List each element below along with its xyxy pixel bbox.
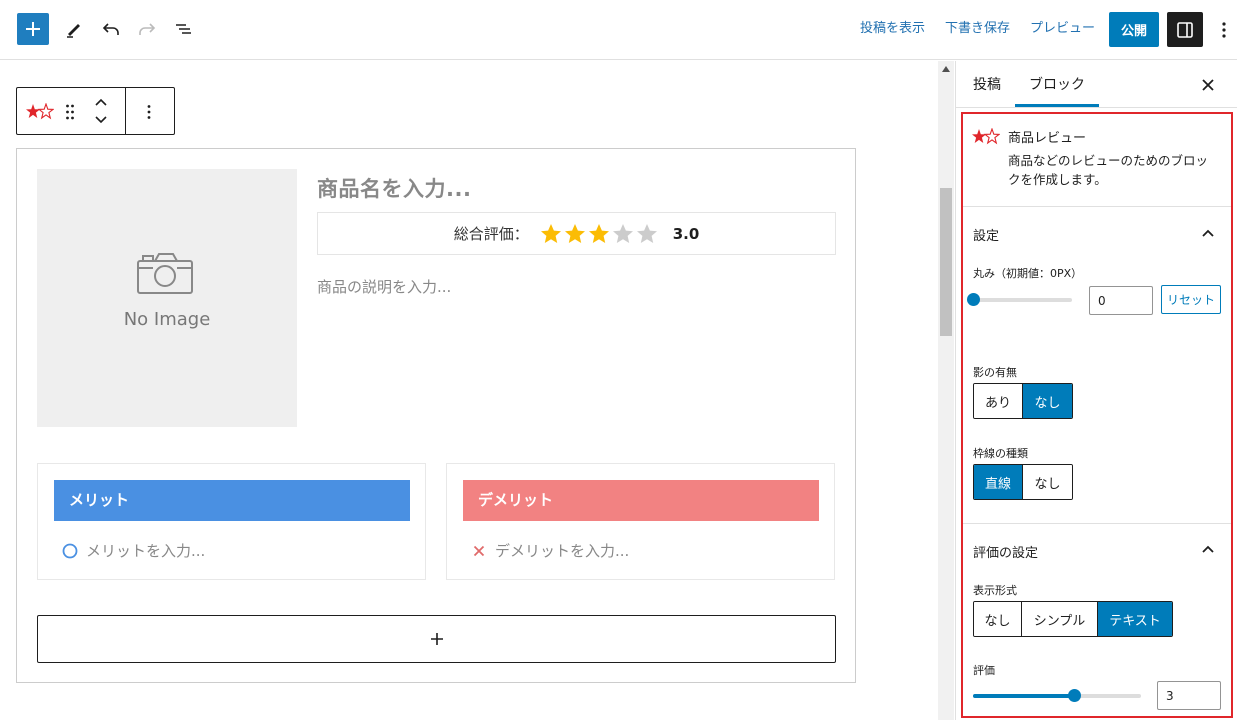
demerit-heading: デメリット: [463, 480, 819, 521]
add-block-button[interactable]: [17, 13, 49, 45]
rating-stars: [539, 222, 659, 246]
block-options-button[interactable]: [137, 100, 161, 124]
product-review-block[interactable]: No Image 商品名を入力... 総合評価： 3.0 商品の説明を入力...…: [16, 148, 856, 683]
save-draft-button[interactable]: 下書き保存: [945, 20, 1010, 38]
sidebar-icon: [1177, 21, 1193, 38]
active-tab-indicator: [1015, 104, 1099, 107]
plus-icon: [430, 633, 443, 645]
publish-button[interactable]: 公開: [1109, 12, 1159, 47]
document-overview-button[interactable]: [167, 13, 199, 45]
more-vertical-icon: [147, 105, 151, 119]
chevron-up-icon: [95, 98, 107, 106]
close-icon: [1202, 79, 1214, 91]
merit-heading: メリット: [54, 480, 410, 521]
circle-icon: [62, 543, 78, 558]
scroll-up-arrow[interactable]: [938, 63, 954, 75]
close-sidebar-button[interactable]: [1196, 73, 1220, 97]
tools-button[interactable]: [58, 13, 90, 45]
list-view-icon: [176, 24, 191, 34]
move-up-button[interactable]: [89, 92, 113, 112]
block-editor: 投稿を表示 下書き保存 プレビュー 公開 No Image 商品名を入力... …: [0, 0, 1237, 720]
editor-canvas: No Image 商品名を入力... 総合評価： 3.0 商品の説明を入力...…: [0, 61, 937, 720]
star-icon: [612, 223, 633, 243]
chevron-down-icon: [95, 116, 107, 124]
camera-icon: [137, 253, 193, 294]
product-name-input[interactable]: 商品名を入力...: [317, 173, 471, 203]
demerit-list-item[interactable]: デメリットを入力...: [471, 540, 629, 561]
redo-icon: [139, 23, 156, 35]
demerit-input[interactable]: デメリットを入力...: [495, 540, 629, 561]
drag-handle-icon: [66, 104, 74, 120]
star-icon: [636, 223, 657, 243]
redo-button[interactable]: [131, 13, 163, 45]
move-down-button[interactable]: [89, 110, 113, 130]
pencil-icon: [67, 24, 80, 38]
product-image-placeholder[interactable]: No Image: [37, 169, 297, 427]
product-description-input[interactable]: 商品の説明を入力...: [317, 276, 451, 297]
triangle-up-icon: [942, 66, 950, 72]
rating-label: 総合評価：: [453, 225, 529, 243]
tab-block[interactable]: ブロック: [1029, 74, 1085, 94]
add-block-appender[interactable]: [37, 615, 836, 663]
block-type-button[interactable]: [25, 100, 55, 124]
highlight-frame: [961, 112, 1233, 718]
no-image-label: No Image: [123, 309, 211, 330]
block-toolbar: [16, 87, 175, 135]
canvas-scrollbar[interactable]: [938, 61, 954, 720]
merit-box: メリット メリットを入力...: [37, 463, 426, 580]
toolbar-divider: [125, 88, 126, 134]
scrollbar-thumb[interactable]: [940, 188, 952, 336]
options-button[interactable]: [1214, 18, 1234, 42]
star-rating-icon: [26, 103, 54, 120]
demerit-box: デメリット デメリットを入力...: [446, 463, 835, 580]
merit-input[interactable]: メリットを入力...: [86, 540, 205, 561]
rating-value: 3.0: [672, 224, 700, 243]
plus-icon: [26, 22, 40, 36]
cross-icon: [473, 545, 485, 556]
drag-handle[interactable]: [61, 100, 79, 124]
more-vertical-icon: [1222, 22, 1226, 38]
merit-list-item[interactable]: メリットを入力...: [62, 540, 205, 561]
view-post-link[interactable]: 投稿を表示: [860, 20, 925, 38]
sidebar-tabs: 投稿 ブロック: [956, 61, 1237, 108]
settings-sidebar: 投稿 ブロック 商品レビュー 商品などのレビューのためのブロックを作成します。 …: [955, 61, 1237, 720]
undo-icon: [102, 23, 119, 35]
undo-button[interactable]: [95, 13, 127, 45]
star-icon: [564, 223, 585, 243]
preview-button[interactable]: プレビュー: [1030, 20, 1095, 38]
star-icon: [540, 223, 561, 243]
settings-toggle-button[interactable]: [1167, 12, 1203, 47]
overall-rating: 総合評価： 3.0: [317, 212, 836, 255]
star-icon: [588, 223, 609, 243]
editor-top-toolbar: 投稿を表示 下書き保存 プレビュー 公開: [0, 0, 1237, 60]
tab-post[interactable]: 投稿: [973, 74, 1001, 94]
